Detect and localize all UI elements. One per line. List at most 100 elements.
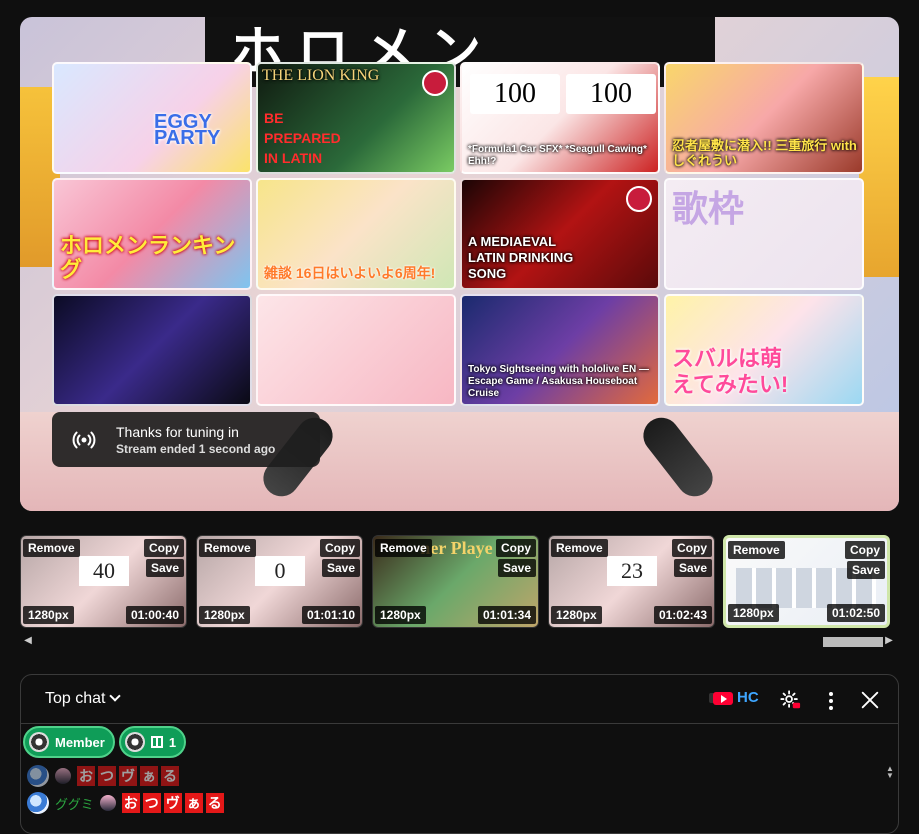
- clip-remove-button[interactable]: Remove: [551, 539, 608, 557]
- clip-resolution: 1280px: [23, 606, 74, 624]
- stamp-char: つ: [142, 793, 161, 813]
- end-screen-video-2[interactable]: THE LION KING BE PREPARED IN LATIN: [256, 62, 456, 174]
- clip-save-button[interactable]: Save: [673, 559, 712, 577]
- clip-copy-button[interactable]: Copy: [320, 539, 360, 557]
- end-screen-video-9[interactable]: [52, 294, 252, 406]
- chat-mode-dropdown[interactable]: Top chat: [45, 690, 122, 708]
- clip-save-button[interactable]: Save: [497, 559, 536, 577]
- youtube-logo-icon: [709, 690, 733, 706]
- chevron-down-icon: [109, 690, 122, 702]
- scroll-left-arrow-icon[interactable]: ◀: [22, 633, 34, 649]
- clip-timestamp: 01:01:34: [477, 606, 536, 624]
- clip-copy-button[interactable]: Copy: [845, 541, 885, 559]
- gift-count: 1: [168, 734, 177, 750]
- clip-remove-button[interactable]: Remove: [375, 539, 432, 557]
- clip-save-button[interactable]: Save: [846, 561, 885, 579]
- end-screen-video-12[interactable]: スバルは萌えてみたい!: [664, 294, 864, 406]
- stamp-char: る: [205, 793, 224, 813]
- stamp-char: つ: [98, 766, 116, 786]
- stamp-char: お: [77, 766, 95, 786]
- notice-subtitle: Stream ended 1 second ago: [116, 442, 276, 456]
- clip-score: 0: [255, 556, 305, 586]
- end-screen-video-11[interactable]: Tokyo Sightseeing with hololive EN — Esc…: [460, 294, 660, 406]
- clip-card[interactable]: 40 Remove Copy Save 1280px 01:00:40: [20, 535, 187, 628]
- clip-copy-button[interactable]: Copy: [496, 539, 536, 557]
- end-screen-video-5[interactable]: ホロメンランキング: [52, 178, 252, 290]
- stream-ended-notice: Thanks for tuning in Stream ended 1 seco…: [52, 412, 320, 467]
- end-screen-video-7[interactable]: A MEDIAEVAL LATIN DRINKING SONG: [460, 178, 660, 290]
- end-screen-video-4[interactable]: 忍者屋敷に潜入!! 三重旅行 with しぐれうい: [664, 62, 864, 174]
- live-broadcast-icon: [72, 431, 96, 449]
- more-options-icon[interactable]: [821, 689, 841, 711]
- member-badge-icon: [55, 768, 71, 784]
- emoji-stamp: お つ ヴ ぁ る: [77, 766, 179, 786]
- end-screen-video-8[interactable]: 歌枠: [664, 178, 864, 290]
- tile-lion-title: THE LION KING: [262, 67, 380, 84]
- end-screen-video-1[interactable]: EGGY PARTY: [52, 62, 252, 174]
- clip-timestamp: 01:02:43: [653, 606, 712, 624]
- chat-scrollbar[interactable]: ▲ ▼: [886, 765, 894, 780]
- stamp-char: ぁ: [140, 766, 158, 786]
- scrollbar-thumb[interactable]: [823, 637, 883, 647]
- clip-copy-button[interactable]: Copy: [672, 539, 712, 557]
- end-screen-video-3[interactable]: 100 100 *Formula1 Car SFX* *Seagull Cawi…: [460, 62, 660, 174]
- score-left: 100: [470, 74, 560, 114]
- tile-caption: Tokyo Sightseeing with hololive EN — Esc…: [468, 364, 649, 399]
- gift-chip[interactable]: 1: [118, 726, 187, 758]
- clip-score: 23: [607, 556, 657, 586]
- emoji-stamp: お つ ヴ ぁ る: [121, 793, 224, 813]
- tile-caption: 忍者屋敷に潜入!! 三重旅行 with しぐれうい: [672, 138, 857, 168]
- tile-caption: *Formula1 Car SFX* *Seagull Cawing* Ehh!…: [468, 144, 647, 167]
- close-icon[interactable]: [859, 689, 881, 711]
- clip-timestamp: 01:01:10: [301, 606, 360, 624]
- stamp-char: お: [121, 793, 140, 813]
- gift-icon: [150, 736, 163, 748]
- live-chat-panel: Top chat HC Member 1 お つ ヴ ぁ る ググミ お つ ヴ…: [20, 674, 899, 834]
- clip-score: 40: [79, 556, 129, 586]
- clip-save-button[interactable]: Save: [321, 559, 360, 577]
- clips-scrollbar[interactable]: ◀ ▶: [20, 633, 899, 649]
- clip-resolution: 1280px: [551, 606, 602, 624]
- avatar[interactable]: [27, 792, 49, 814]
- channel-logo-icon: [626, 186, 652, 212]
- hc-label: HC: [737, 689, 759, 706]
- member-chip[interactable]: Member: [23, 726, 115, 758]
- clip-timestamp: 01:00:40: [125, 606, 184, 624]
- tile-caption: A MEDIAEVAL LATIN DRINKING SONG: [468, 234, 574, 281]
- clip-resolution: 1280px: [375, 606, 426, 624]
- clip-save-button[interactable]: Save: [145, 559, 184, 577]
- video-player[interactable]: ホロメン EGGY PARTY THE LION KING BE PREPARE…: [20, 17, 899, 511]
- stamp-char: る: [161, 766, 179, 786]
- member-chip-label: Member: [55, 734, 105, 750]
- avatar: [27, 765, 49, 787]
- clip-copy-button[interactable]: Copy: [144, 539, 184, 557]
- gifter-avatar-icon: [124, 732, 145, 752]
- channel-logo-icon: [422, 70, 448, 96]
- clip-card[interactable]: ner Playe Remove Copy Save 1280px 01:01:…: [372, 535, 539, 628]
- chat-mode-label: Top chat: [45, 690, 106, 707]
- clip-resolution: 1280px: [199, 606, 250, 624]
- holodex-chat-button[interactable]: HC: [709, 689, 759, 706]
- screenshot-clips-strip: 40 Remove Copy Save 1280px 01:00:40 0 Re…: [20, 535, 890, 628]
- member-badge-icon: [99, 795, 116, 811]
- clip-card-selected[interactable]: Remove Copy Save 1280px 01:02:50: [723, 535, 890, 628]
- chat-message: お つ ヴ ぁ る: [27, 765, 179, 787]
- clip-remove-button[interactable]: Remove: [199, 539, 256, 557]
- tile-caption: 雑談 16日はいよいよ6周年!: [264, 265, 436, 281]
- chat-author-name[interactable]: ググミ: [55, 794, 94, 813]
- chat-message: ググミ お つ ヴ ぁ る: [27, 792, 224, 814]
- tile-caption: スバルは萌えてみたい!: [672, 346, 789, 397]
- clip-remove-button[interactable]: Remove: [728, 541, 785, 559]
- gear-icon[interactable]: [779, 689, 801, 711]
- clip-card[interactable]: 23 Remove Copy Save 1280px 01:02:43: [548, 535, 715, 628]
- background-stripe-right: [859, 77, 899, 277]
- tile-caption: BE PREPARED IN LATIN: [264, 110, 341, 166]
- end-screen-video-10[interactable]: [256, 294, 456, 406]
- scroll-right-arrow-icon[interactable]: ▶: [883, 633, 895, 649]
- tile-caption: 歌枠: [672, 188, 745, 229]
- clip-card[interactable]: 0 Remove Copy Save 1280px 01:01:10: [196, 535, 363, 628]
- end-screen-video-6[interactable]: 雑談 16日はいよいよ6周年!: [256, 178, 456, 290]
- clip-remove-button[interactable]: Remove: [23, 539, 80, 557]
- stamp-char: ヴ: [119, 766, 137, 786]
- clip-resolution: 1280px: [728, 604, 779, 622]
